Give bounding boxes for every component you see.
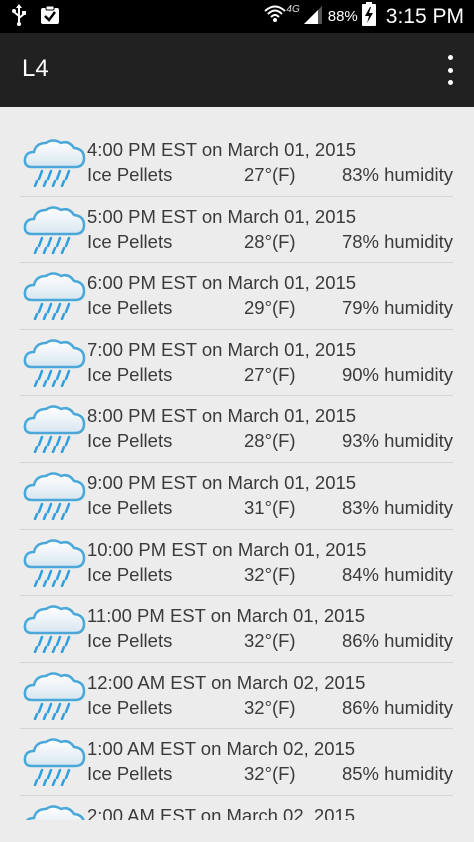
forecast-temperature: 32°(F) xyxy=(244,630,296,652)
battery-charging-icon xyxy=(361,2,376,31)
cloud-rain-icon xyxy=(22,470,86,521)
forecast-humidity: 83% humidity xyxy=(341,164,453,185)
forecast-row[interactable]: 8:00 PM EST on March 01, 2015 Ice Pellet… xyxy=(20,396,453,463)
forecast-time: 10:00 PM EST on March 01, 2015 xyxy=(87,538,367,560)
forecast-row[interactable]: 6:00 PM EST on March 01, 2015 Ice Pellet… xyxy=(20,263,453,330)
overflow-menu-dot xyxy=(447,67,453,73)
forecast-humidity: 86% humidity xyxy=(341,696,453,718)
forecast-condition: Ice Pellets xyxy=(87,230,173,252)
forecast-condition: Ice Pellets xyxy=(87,297,173,319)
cloud-rain-icon xyxy=(22,537,86,587)
forecast-temperature: 28°(F) xyxy=(244,430,296,452)
forecast-condition: Ice Pellets xyxy=(87,430,173,452)
cloud-rain-icon xyxy=(22,403,86,454)
forecast-temperature: 32°(F) xyxy=(244,563,296,585)
forecast-temperature: 32°(F) xyxy=(244,696,296,718)
notification-icons xyxy=(12,4,60,31)
forecast-temperature: 28°(F) xyxy=(244,230,296,252)
forecast-humidity: 86% humidity xyxy=(341,630,453,652)
forecast-time: 5:00 PM EST on March 01, 2015 xyxy=(87,205,357,227)
forecast-temperature: 27°(F) xyxy=(244,363,296,385)
forecast-time: 8:00 PM EST on March 01, 2015 xyxy=(87,405,357,427)
forecast-humidity: 79% humidity xyxy=(341,297,453,319)
forecast-condition: Ice Pellets xyxy=(87,563,173,585)
forecast-time: 4:00 PM EST on March 01, 2015 xyxy=(87,139,357,160)
system-indicators: 4G 88% 3:15 PM xyxy=(264,0,464,33)
cloud-rain-icon xyxy=(22,803,86,820)
cloud-rain-icon xyxy=(22,670,86,720)
signal-icon xyxy=(303,4,322,29)
clipboard-check-icon xyxy=(40,5,60,30)
network-type: 4G xyxy=(286,4,300,15)
forecast-temperature: 27°(F) xyxy=(244,164,296,185)
forecast-humidity: 83% humidity xyxy=(341,496,453,518)
cloud-rain-icon xyxy=(22,137,86,188)
forecast-humidity: 84% humidity xyxy=(341,563,453,585)
app-screen: 4G 88% 3:15 PM L4 4:00 PM EST on March 0… xyxy=(0,0,474,842)
forecast-time: 11:00 PM EST on March 01, 2015 xyxy=(87,605,366,627)
cloud-rain-icon xyxy=(22,603,86,654)
forecast-condition: Ice Pellets xyxy=(87,763,173,785)
forecast-humidity: 78% humidity xyxy=(341,230,453,252)
overflow-menu-dot xyxy=(447,80,453,85)
forecast-humidity: 93% humidity xyxy=(341,430,453,452)
forecast-list[interactable]: 4:00 PM EST on March 01, 2015 Ice Pellet… xyxy=(20,130,453,820)
action-bar: L4 xyxy=(0,33,474,107)
forecast-temperature: 32°(F) xyxy=(244,763,296,785)
forecast-time: 7:00 PM EST on March 01, 2015 xyxy=(87,338,357,360)
forecast-time: 9:00 PM EST on March 01, 2015 xyxy=(87,471,357,493)
forecast-condition: Ice Pellets xyxy=(87,630,173,652)
forecast-row[interactable]: 2:00 AM EST on March 02, 2015 xyxy=(20,796,453,820)
usb-icon xyxy=(12,4,26,31)
battery-percent: 88% xyxy=(327,8,358,25)
forecast-row[interactable]: 5:00 PM EST on March 01, 2015 Ice Pellet… xyxy=(20,197,453,264)
forecast-row[interactable]: 12:00 AM EST on March 02, 2015 Ice Pelle… xyxy=(20,663,453,730)
forecast-time: 12:00 AM EST on March 02, 2015 xyxy=(87,671,366,693)
forecast-condition: Ice Pellets xyxy=(87,696,173,718)
forecast-row[interactable]: 9:00 PM EST on March 01, 2015 Ice Pellet… xyxy=(20,463,453,530)
forecast-humidity: 90% humidity xyxy=(341,363,453,385)
forecast-row[interactable]: 7:00 PM EST on March 01, 2015 Ice Pellet… xyxy=(20,330,453,397)
forecast-row[interactable]: 10:00 PM EST on March 01, 2015 Ice Pelle… xyxy=(20,530,453,597)
forecast-humidity: 85% humidity xyxy=(341,763,453,785)
forecast-row[interactable]: 1:00 AM EST on March 02, 2015 Ice Pellet… xyxy=(20,729,453,796)
forecast-condition: Ice Pellets xyxy=(87,496,173,518)
forecast-time: 1:00 AM EST on March 02, 2015 xyxy=(87,738,356,760)
forecast-temperature: 31°(F) xyxy=(244,496,296,518)
forecast-temperature: 29°(F) xyxy=(244,297,296,319)
cloud-rain-icon xyxy=(22,204,86,254)
status-bar: 4G 88% 3:15 PM xyxy=(0,0,474,33)
forecast-row[interactable]: 11:00 PM EST on March 01, 2015 Ice Pelle… xyxy=(20,596,453,663)
cloud-rain-icon xyxy=(22,270,86,321)
forecast-condition: Ice Pellets xyxy=(87,363,173,385)
cloud-rain-icon xyxy=(22,736,86,787)
forecast-row[interactable]: 4:00 PM EST on March 01, 2015 Ice Pellet… xyxy=(20,130,453,197)
overflow-menu-button[interactable] xyxy=(444,55,456,85)
cloud-rain-icon xyxy=(22,337,86,388)
forecast-time: 2:00 AM EST on March 02, 2015 xyxy=(87,804,356,820)
clock: 3:15 PM xyxy=(385,4,464,28)
wifi-icon xyxy=(264,4,287,29)
forecast-condition: Ice Pellets xyxy=(87,164,173,185)
overflow-menu-icon xyxy=(447,55,453,60)
page-title: L4 xyxy=(22,55,49,82)
forecast-time: 6:00 PM EST on March 01, 2015 xyxy=(87,272,357,294)
